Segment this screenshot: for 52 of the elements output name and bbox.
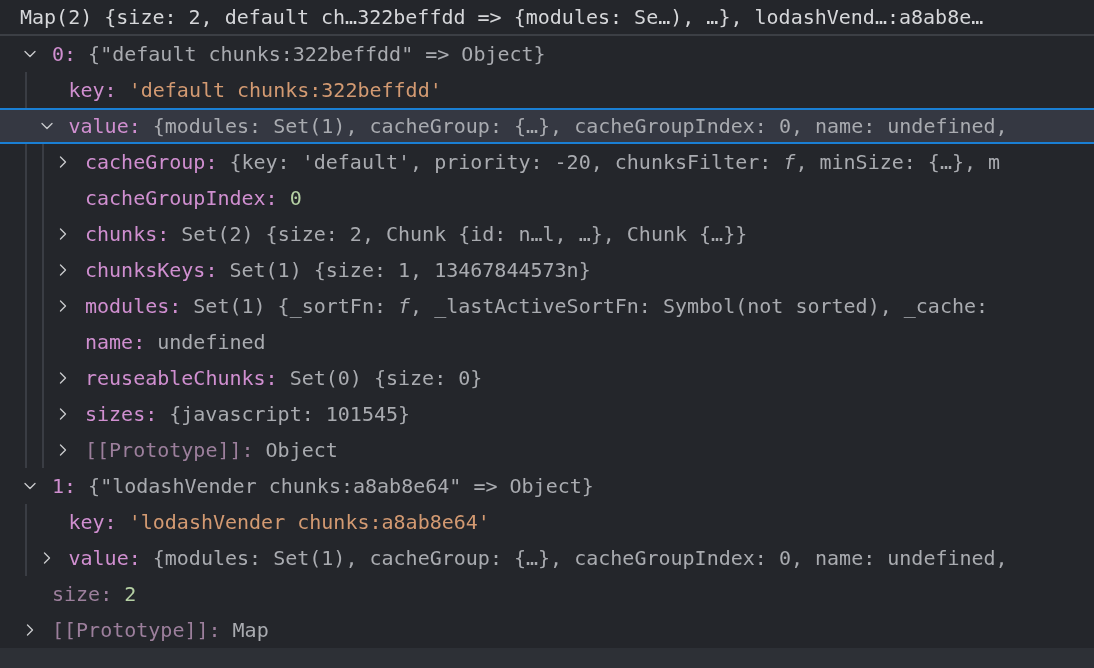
tree-row[interactable]: name: undefined [0, 324, 1094, 360]
property-name: key: [68, 77, 117, 104]
tree-row[interactable]: [[Prototype]]: Object [0, 432, 1094, 468]
property-name: 1: [52, 473, 77, 500]
property-name: chunksKeys: [85, 257, 218, 284]
property-value: Map [232, 617, 269, 644]
property-name: value: [68, 545, 141, 572]
property-name: cacheGroupIndex: [85, 185, 278, 212]
tree-row[interactable]: key: 'default chunks:322beffdd' [0, 72, 1094, 108]
property-name: cacheGroup: [85, 149, 218, 176]
property-value: Object [265, 437, 338, 464]
property-name: sizes: [85, 401, 158, 428]
property-value: Set(1) {_sortFn: f, _lastActiveSortFn: Symbol(not sorted), _cache: [193, 293, 989, 320]
property-name: value: [68, 113, 141, 140]
property-name: key: [68, 509, 117, 536]
property-name: modules: [85, 293, 182, 320]
tree-row[interactable]: modules: Set(1) {_sortFn: f, _lastActiveSortFn: Symbol(not sorted), _cache: [0, 288, 1094, 324]
tree-row[interactable]: size: 2 [0, 576, 1094, 612]
property-name: reuseableChunks: [85, 365, 278, 392]
tree-row[interactable]: 0: {"default chunks:322beffdd" => Object} [0, 36, 1094, 72]
property-value: {modules: Set(1), cacheGroup: {…}, cacheGroupIndex: 0, name: undefined, [152, 113, 1008, 140]
tree-row[interactable]: cacheGroup: {key: 'default', priority: -20, chunksFilter: f, minSize: {…}, m [0, 144, 1094, 180]
property-value: Set(1) {size: 1, 13467844573n} [229, 257, 591, 284]
tree-row[interactable]: key: 'lodashVender chunks:a8ab8e64' [0, 504, 1094, 540]
tree-row[interactable]: chunks: Set(2) {size: 2, Chunk {id: n…l, …}, Chunk {…}} [0, 216, 1094, 252]
tree-row[interactable]: sizes: {javascript: 101545} [0, 396, 1094, 432]
tree-row[interactable]: cacheGroupIndex: 0 [0, 180, 1094, 216]
property-value: {modules: Set(1), cacheGroup: {…}, cacheGroupIndex: 0, name: undefined, [152, 545, 1008, 572]
property-value: 2 [124, 581, 137, 608]
property-value: 'default chunks:322beffdd' [128, 77, 442, 104]
tree-row[interactable]: value: {modules: Set(1), cacheGroup: {…}, cacheGroupIndex: 0, name: undefined, [0, 540, 1094, 576]
property-name: [[Prototype]]: [85, 437, 254, 464]
property-name: [[Prototype]]: [52, 617, 221, 644]
property-name: chunks: [85, 221, 170, 248]
property-value: {"default chunks:322beffdd" => Object} [88, 41, 546, 68]
tree-row[interactable]: [[Prototype]]: Map [0, 612, 1094, 648]
tree-row[interactable]: value: {modules: Set(1), cacheGroup: {…}, cacheGroupIndex: 0, name: undefined, [0, 108, 1094, 144]
property-value: 0 [289, 185, 302, 212]
property-value: {javascript: 101545} [169, 401, 411, 428]
property-value: {key: 'default', priority: -20, chunksFilter: f, minSize: {…}, m [229, 149, 1001, 176]
property-name: 0: [52, 41, 77, 68]
tree-row[interactable]: reuseableChunks: Set(0) {size: 0} [0, 360, 1094, 396]
property-name: name: [85, 329, 146, 356]
property-value: {"lodashVender chunks:a8ab8e64" => Object} [88, 473, 594, 500]
property-value: Set(0) {size: 0} [289, 365, 483, 392]
property-value: 'lodashVender chunks:a8ab8e64' [128, 509, 490, 536]
tree-row[interactable]: chunksKeys: Set(1) {size: 1, 13467844573n} [0, 252, 1094, 288]
property-value: Set(2) {size: 2, Chunk {id: n…l, …}, Chunk {…}} [181, 221, 748, 248]
property-value: undefined [157, 329, 266, 356]
tree-row[interactable]: 1: {"lodashVender chunks:a8ab8e64" => Object} [0, 468, 1094, 504]
property-name: size: [52, 581, 113, 608]
map-summary: Map(2) {size: 2, default ch…322beffdd => {modules: Se…), …}, lodashVend…:a8ab8e… [20, 4, 984, 31]
